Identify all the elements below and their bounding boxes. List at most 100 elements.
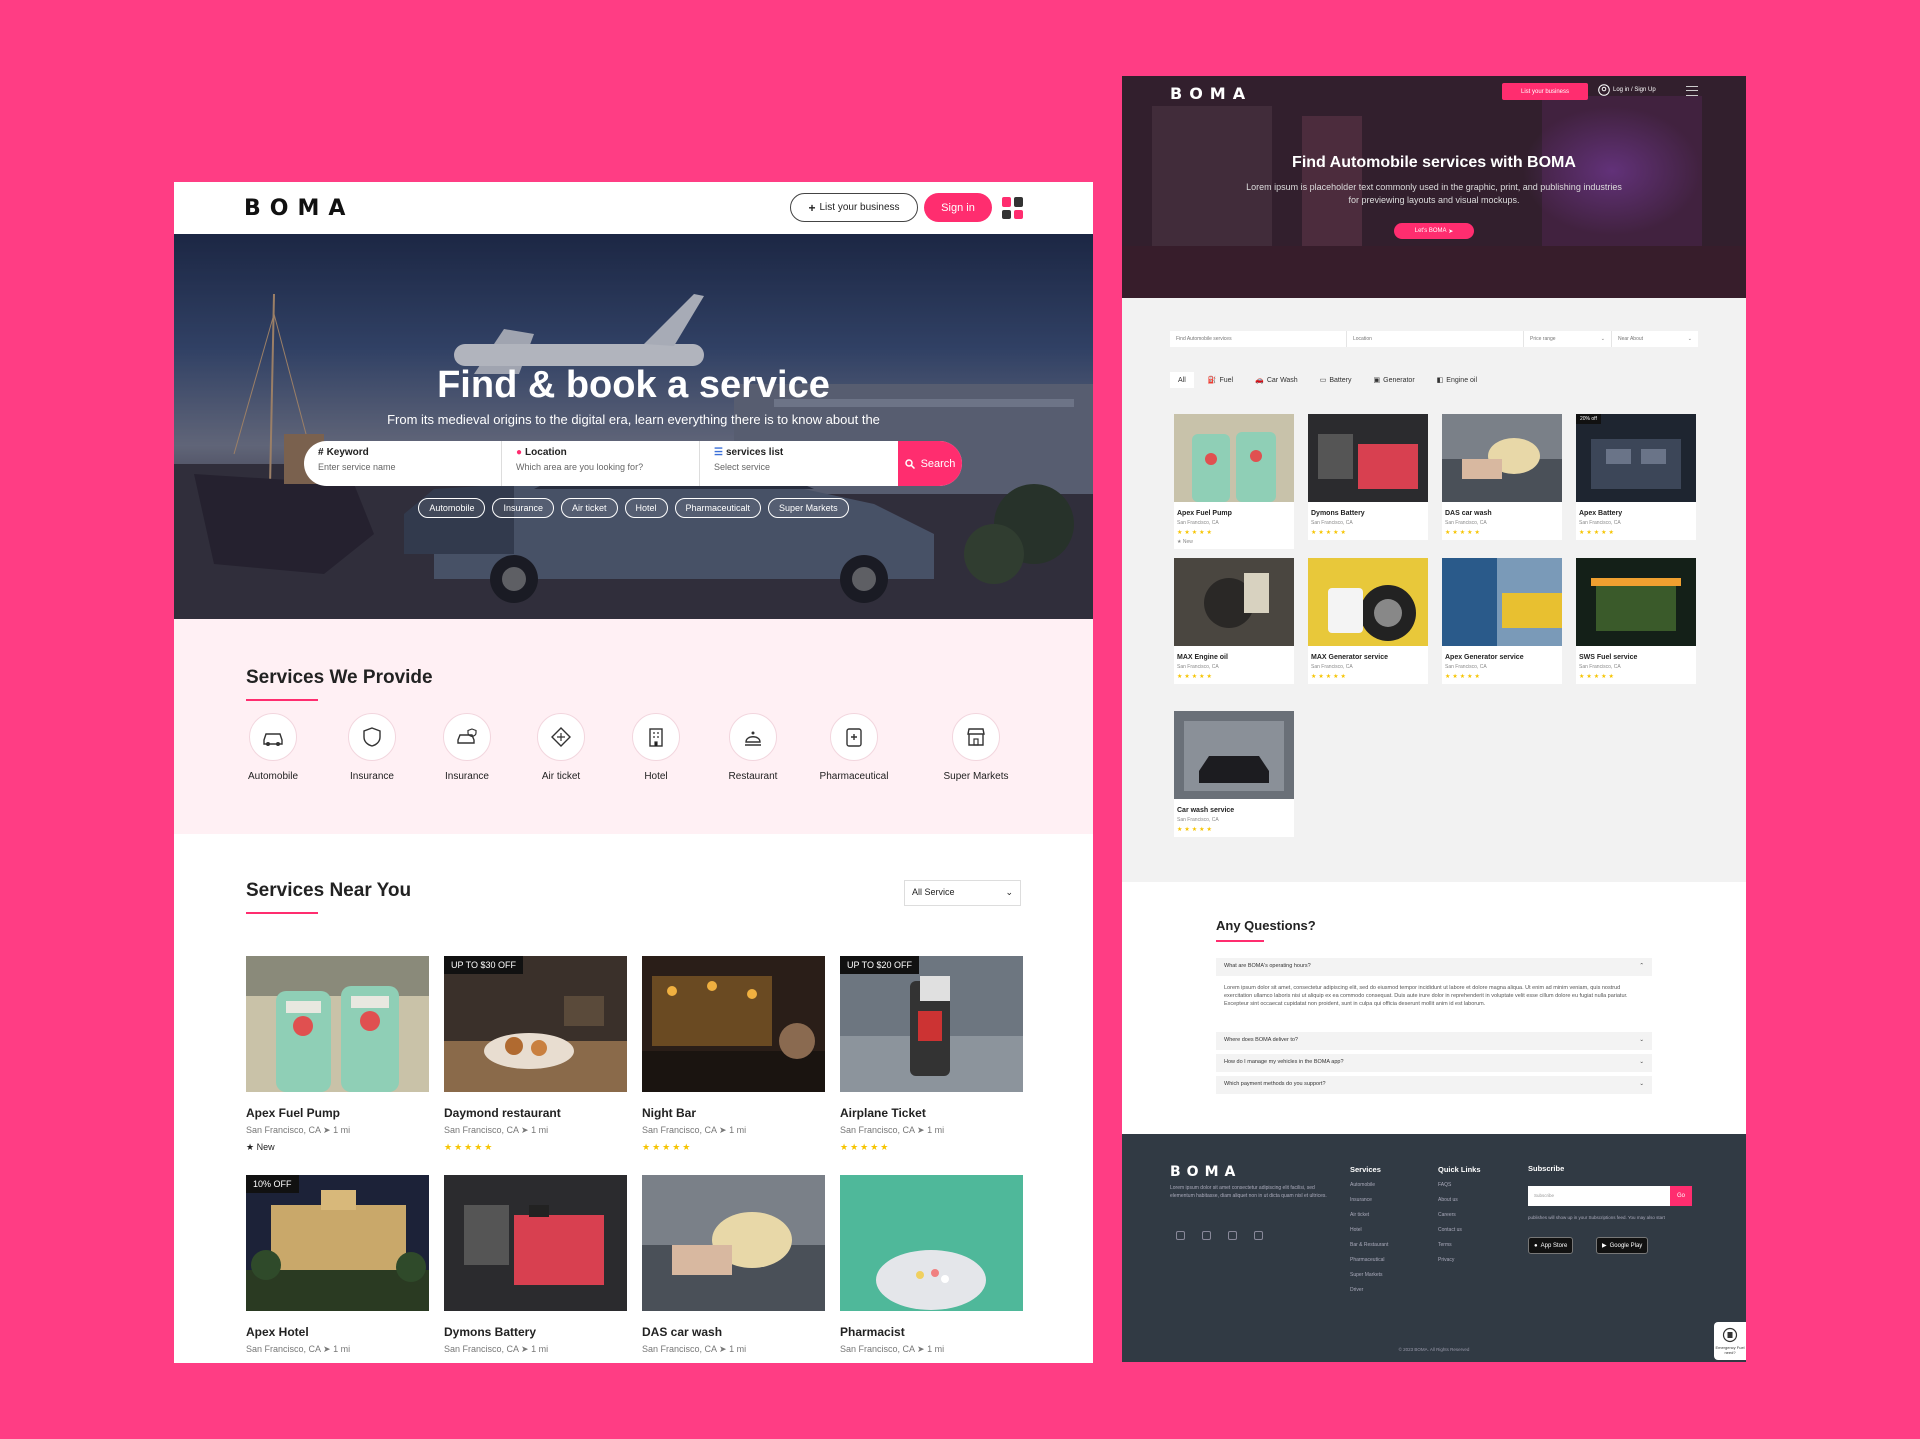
oil-icon: ◧	[1436, 377, 1444, 384]
footer-link[interactable]: Contact us	[1438, 1223, 1481, 1238]
tag-air-ticket[interactable]: Air ticket	[560, 498, 618, 518]
boma-logo[interactable]: BOMA	[1170, 84, 1252, 103]
location-placeholder: Which area are you looking for?	[516, 462, 644, 472]
subscribe-go-button[interactable]: Go	[1670, 1186, 1692, 1206]
user-icon	[1598, 84, 1610, 96]
footer-link[interactable]: About us	[1438, 1193, 1481, 1208]
service-card[interactable]: 20% off Apex Battery San Francisco, CA ★…	[1576, 414, 1696, 540]
card-image	[1174, 414, 1294, 502]
service-card[interactable]: Dymons Battery San Francisco, CA ➤ 1 mi	[444, 1175, 627, 1355]
service-insurance[interactable]: Insurance	[327, 713, 417, 782]
service-card[interactable]: Dymons Battery San Francisco, CA ★★★★★	[1308, 414, 1428, 540]
footer-link[interactable]: Hotel	[1350, 1223, 1388, 1238]
footer-link[interactable]: Bar & Restaurant	[1350, 1238, 1388, 1253]
question-text: How do I manage my vehicles in the BOMA …	[1224, 1059, 1344, 1065]
distance-text: 1 mi	[333, 1344, 351, 1354]
service-card[interactable]: 10% OFF Apex Hotel San Francisco, CA ➤ 1…	[246, 1175, 429, 1355]
select-value: All Service	[912, 887, 955, 897]
tag-insurance[interactable]: Insurance	[492, 498, 554, 518]
services-list-label: services list	[725, 447, 784, 458]
service-hotel[interactable]: Hotel	[611, 713, 701, 782]
service-air-ticket[interactable]: Air ticket	[516, 713, 606, 782]
tab-generator[interactable]: ▣ Generator	[1366, 372, 1423, 388]
list-your-business-button[interactable]: + List your business	[790, 193, 918, 222]
location-field[interactable]: ● Location Which area are you looking for…	[502, 441, 700, 486]
service-super-markets[interactable]: Super Markets	[931, 713, 1021, 782]
service-card[interactable]: Night Bar San Francisco, CA ➤ 1 mi ★★★★★	[642, 956, 825, 1153]
faq-question[interactable]: Which payment methods do you support? ⌄	[1216, 1076, 1652, 1094]
youtube-icon[interactable]	[1254, 1231, 1263, 1240]
tab-label: All	[1178, 376, 1186, 384]
faq-question[interactable]: Where does BOMA deliver to? ⌄	[1216, 1032, 1652, 1050]
service-filter-select[interactable]: All Service ⌄	[904, 880, 1021, 906]
footer-link[interactable]: FAQS	[1438, 1178, 1481, 1193]
list-your-business-button[interactable]: List your business	[1502, 83, 1588, 100]
hamburger-menu-icon[interactable]	[1686, 86, 1698, 96]
tag-super-markets[interactable]: Super Markets	[768, 498, 849, 518]
card-location: San Francisco, CA	[1579, 520, 1621, 526]
service-card[interactable]: Apex Generator service San Francisco, CA…	[1442, 558, 1562, 684]
chevron-down-icon: ⌄	[1005, 887, 1013, 897]
footer-logo[interactable]: BOMA	[1170, 1164, 1241, 1180]
google-play-button[interactable]: ▶ Google Play	[1596, 1237, 1649, 1254]
hero-subtitle: From its medieval origins to the digital…	[387, 412, 880, 427]
subscribe-input[interactable]: Subscribe	[1528, 1186, 1670, 1206]
emergency-fuel-widget[interactable]: Emergency Fuel need?	[1714, 1322, 1746, 1360]
service-card[interactable]: MAX Generator service San Francisco, CA …	[1308, 558, 1428, 684]
sign-in-button[interactable]: Sign in	[924, 193, 992, 222]
facebook-icon[interactable]	[1176, 1231, 1185, 1240]
navigation-icon: ➤	[323, 1344, 331, 1354]
instagram-icon[interactable]	[1228, 1231, 1237, 1240]
lets-boma-button[interactable]: Let's BOMA ➤	[1394, 223, 1474, 239]
service-card[interactable]: Car wash service San Francisco, CA ★★★★★	[1174, 711, 1294, 837]
footer-link[interactable]: Terms	[1438, 1238, 1481, 1253]
search-button[interactable]: Search	[898, 441, 962, 486]
tab-all[interactable]: All	[1170, 372, 1194, 388]
find-services-input[interactable]: Find Automobile services	[1170, 331, 1347, 347]
faq-question-open[interactable]: What are BOMA's operating hours? ⌃	[1216, 958, 1652, 976]
footer-link[interactable]: Insurance	[1350, 1193, 1388, 1208]
service-card[interactable]: DAS car wash San Francisco, CA ★★★★★	[1442, 414, 1562, 540]
keyword-field[interactable]: # Keyword Enter service name	[304, 441, 502, 486]
service-card[interactable]: UP TO $20 OFF Airplane Ticket San Franci…	[840, 956, 1023, 1153]
service-automobile[interactable]: Automobile	[228, 713, 318, 782]
tag-automobile[interactable]: Automobile	[418, 498, 486, 518]
hero-title: Find & book a service	[437, 364, 830, 406]
footer-link[interactable]: Super Markets	[1350, 1268, 1388, 1283]
service-card[interactable]: Pharmacist San Francisco, CA ➤ 1 mi	[840, 1175, 1023, 1355]
footer-link[interactable]: Pharmaceutical	[1350, 1253, 1388, 1268]
apps-grid-icon[interactable]	[1002, 197, 1023, 219]
location-input[interactable]: Location	[1347, 331, 1524, 347]
near-about-select[interactable]: Near About ⌄	[1612, 331, 1698, 347]
footer-link[interactable]: Automobile	[1350, 1178, 1388, 1193]
service-card[interactable]: UP TO $30 OFF Daymond restaurant San Fra…	[444, 956, 627, 1153]
service-pharmaceutical[interactable]: Pharmaceutical	[809, 713, 899, 782]
twitter-icon[interactable]	[1202, 1231, 1211, 1240]
footer-link[interactable]: Privacy	[1438, 1253, 1481, 1268]
boma-logo[interactable]: BOMA	[244, 196, 354, 221]
tab-car-wash[interactable]: 🚗 Car Wash	[1247, 372, 1306, 388]
tab-battery[interactable]: ▭ Battery	[1312, 372, 1360, 388]
footer-link[interactable]: Driver	[1350, 1283, 1388, 1298]
footer-link[interactable]: Careers	[1438, 1208, 1481, 1223]
service-card[interactable]: Apex Fuel Pump San Francisco, CA ★★★★★ ★…	[1174, 414, 1294, 549]
store-label: Google Play	[1609, 1242, 1643, 1249]
service-card[interactable]: Apex Fuel Pump San Francisco, CA ➤ 1 mi …	[246, 956, 429, 1153]
footer-link[interactable]: Air ticket	[1350, 1208, 1388, 1223]
service-card[interactable]: SWS Fuel service San Francisco, CA ★★★★★	[1576, 558, 1696, 684]
service-restaurant[interactable]: Restaurant	[708, 713, 798, 782]
service-car-insurance[interactable]: Insurance	[422, 713, 512, 782]
tab-engine-oil[interactable]: ◧ Engine oil	[1429, 372, 1485, 388]
service-card[interactable]: MAX Engine oil San Francisco, CA ★★★★★	[1174, 558, 1294, 684]
faq-question[interactable]: How do I manage my vehicles in the BOMA …	[1216, 1054, 1652, 1072]
tag-pharmaceutical[interactable]: Pharmaceuticalt	[674, 498, 762, 518]
service-card[interactable]: DAS car wash San Francisco, CA ➤ 1 mi	[642, 1175, 825, 1355]
app-store-button[interactable]: ● App Store	[1528, 1237, 1574, 1254]
tag-hotel[interactable]: Hotel	[624, 498, 668, 518]
price-range-select[interactable]: Price range ⌄	[1524, 331, 1612, 347]
tab-fuel[interactable]: ⛽ Fuel	[1200, 372, 1241, 388]
arrow-icon: ➤	[1448, 228, 1454, 235]
location-label: Location	[525, 447, 567, 458]
services-list-field[interactable]: ☰ services list Select service	[700, 441, 898, 486]
login-signup-link[interactable]: Log in / Sign Up	[1598, 84, 1656, 96]
